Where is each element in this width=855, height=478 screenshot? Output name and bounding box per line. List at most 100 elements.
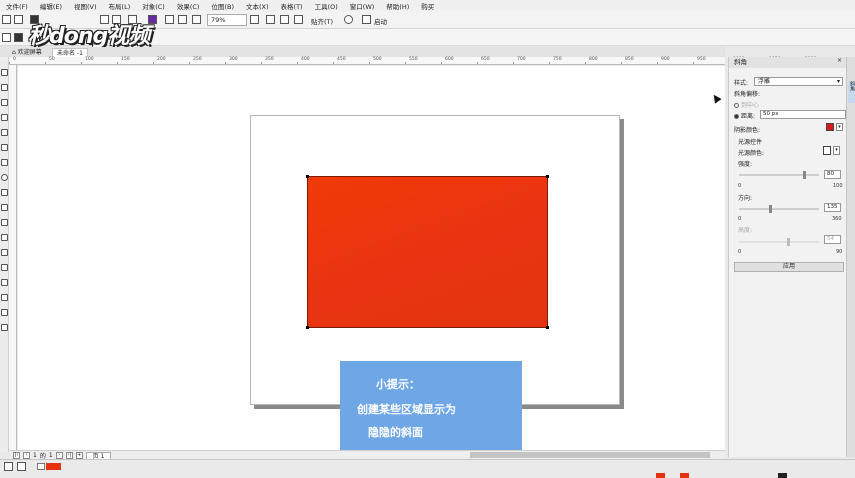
next-page-icon[interactable]: › [55,452,63,459]
corel-connect-icon[interactable] [148,15,157,24]
ruler-tick-label: 100 [85,57,94,62]
slider-thumb[interactable] [787,238,790,246]
ruler-tick-label: 450 [337,57,346,62]
shadow-color-swatch[interactable] [826,123,834,131]
intensity-slider[interactable] [739,171,819,179]
menu-table[interactable]: 表格(T) [275,1,309,11]
selection-node[interactable] [546,326,549,329]
offset-label: 斜角偏移: [734,91,761,98]
options-gear-icon[interactable] [344,15,353,24]
color-swatch-red[interactable] [46,463,61,470]
landscape-icon[interactable] [14,33,23,42]
pick-tool-icon[interactable] [1,69,8,76]
intensity-max: 100 [833,183,843,189]
interactive-fill-icon[interactable] [1,294,8,301]
menu-object[interactable]: 对象(C) [136,1,171,11]
red-rectangle-shape[interactable] [307,176,548,328]
pointer-icon[interactable] [4,462,13,471]
outline-pen-icon[interactable] [1,324,8,331]
add-page-icon[interactable]: + [75,452,83,459]
close-icon[interactable]: × [837,57,842,64]
crop-tool-icon[interactable] [1,99,8,106]
eyedropper-icon[interactable] [1,279,8,286]
guidelines-icon[interactable] [294,15,303,24]
distance-input[interactable]: 50 px [760,110,846,119]
horizontal-ruler[interactable]: 0 50 100 150 200 250 300 350 400 450 500 550 600 650 7… [9,57,816,65]
polygon-tool-icon[interactable] [1,189,8,196]
eyedropper-icon[interactable] [17,462,26,471]
radio-button[interactable] [734,114,739,119]
selection-node[interactable] [546,175,549,178]
vertical-ruler[interactable] [9,65,17,450]
menu-view[interactable]: 视图(V) [68,1,103,11]
menu-file[interactable]: 文件(F) [0,1,34,11]
menu-tools[interactable]: 工具(O) [309,1,344,11]
side-tab-bevel[interactable]: 斜角 [848,81,855,103]
selection-node[interactable] [306,175,309,178]
artistic-media-icon[interactable] [1,144,8,151]
distance-option[interactable]: 距离: [734,111,755,120]
horizontal-scrollbar[interactable]: |‹ ‹ 1 的 1 › ›| + 页 1 [10,450,725,460]
radio-button[interactable] [734,103,739,108]
previous-page-icon[interactable]: ‹ [23,452,30,459]
snap-to-dropdown[interactable]: 贴齐(T) [311,16,333,26]
grid-icon[interactable] [280,15,289,24]
menu-effects[interactable]: 效果(C) [171,1,206,11]
full-screen-icon[interactable] [250,15,259,24]
direction-input[interactable]: 135 [824,203,841,212]
new-document-icon[interactable] [2,15,11,24]
intensity-input[interactable]: 80 [824,170,841,179]
application-launcher-icon[interactable] [362,15,371,24]
import-icon[interactable] [165,15,174,24]
status-bar [0,459,855,478]
chevron-down-icon[interactable]: ▾ [836,123,843,131]
intensity-min: 0 [738,183,742,189]
page-size-icon[interactable] [2,33,11,42]
light-color-swatch[interactable] [823,146,831,155]
menu-buy[interactable]: 购买 [415,1,440,11]
direction-slider[interactable] [739,205,819,213]
rulers-icon[interactable] [266,15,275,24]
fill-color-indicator [656,473,665,478]
altitude-input[interactable]: 54 [824,235,841,244]
parallel-dimension-icon[interactable] [1,219,8,226]
ruler-tick-label: 750 [553,57,562,62]
zoom-level-input[interactable]: 79% [207,14,247,26]
smart-fill-icon[interactable] [1,309,8,316]
export-icon[interactable] [178,15,187,24]
no-fill-swatch[interactable] [37,463,45,470]
menu-window[interactable]: 窗口(W) [344,1,381,11]
apply-button[interactable]: 应用 [734,262,844,272]
publish-pdf-icon[interactable] [192,15,201,24]
drop-shadow-icon[interactable] [1,249,8,256]
transparency-tool-icon[interactable] [1,264,8,271]
connector-tool-icon[interactable] [1,234,8,241]
slider-thumb[interactable] [803,171,806,179]
first-page-icon[interactable]: |‹ [13,452,20,459]
tab-untitled-document[interactable]: 未命名 -1 [52,48,88,57]
scrollbar-thumb[interactable] [470,452,710,458]
tip-title: 小提示： [376,378,420,391]
menu-layout[interactable]: 布局(L) [103,1,137,11]
rectangle-tool-icon[interactable] [1,159,8,166]
launch-dropdown[interactable]: 启动 [374,16,387,26]
chevron-down-icon[interactable]: ▾ [833,146,840,155]
selection-node[interactable] [306,326,309,329]
ellipse-tool-icon[interactable] [1,174,8,181]
freehand-tool-icon[interactable] [1,129,8,136]
tab-welcome-screen[interactable]: ⌂ 欢迎屏幕 [8,48,46,57]
style-select[interactable]: 浮雕 ▾ [754,77,843,86]
menu-bitmaps[interactable]: 位图(B) [205,1,240,11]
menu-text[interactable]: 文本(X) [240,1,275,11]
chevron-down-icon: ▾ [836,78,840,85]
open-folder-icon[interactable] [14,15,23,24]
to-center-option[interactable]: 到中心 [734,100,759,109]
menu-edit[interactable]: 编辑(E) [34,1,68,11]
menu-help[interactable]: 帮助(H) [380,1,415,11]
shape-tool-icon[interactable] [1,84,8,91]
altitude-slider[interactable] [739,238,819,246]
last-page-icon[interactable]: ›| [65,452,73,459]
zoom-tool-icon[interactable] [1,114,8,121]
slider-thumb[interactable] [769,205,772,213]
text-tool-icon[interactable] [1,204,8,211]
